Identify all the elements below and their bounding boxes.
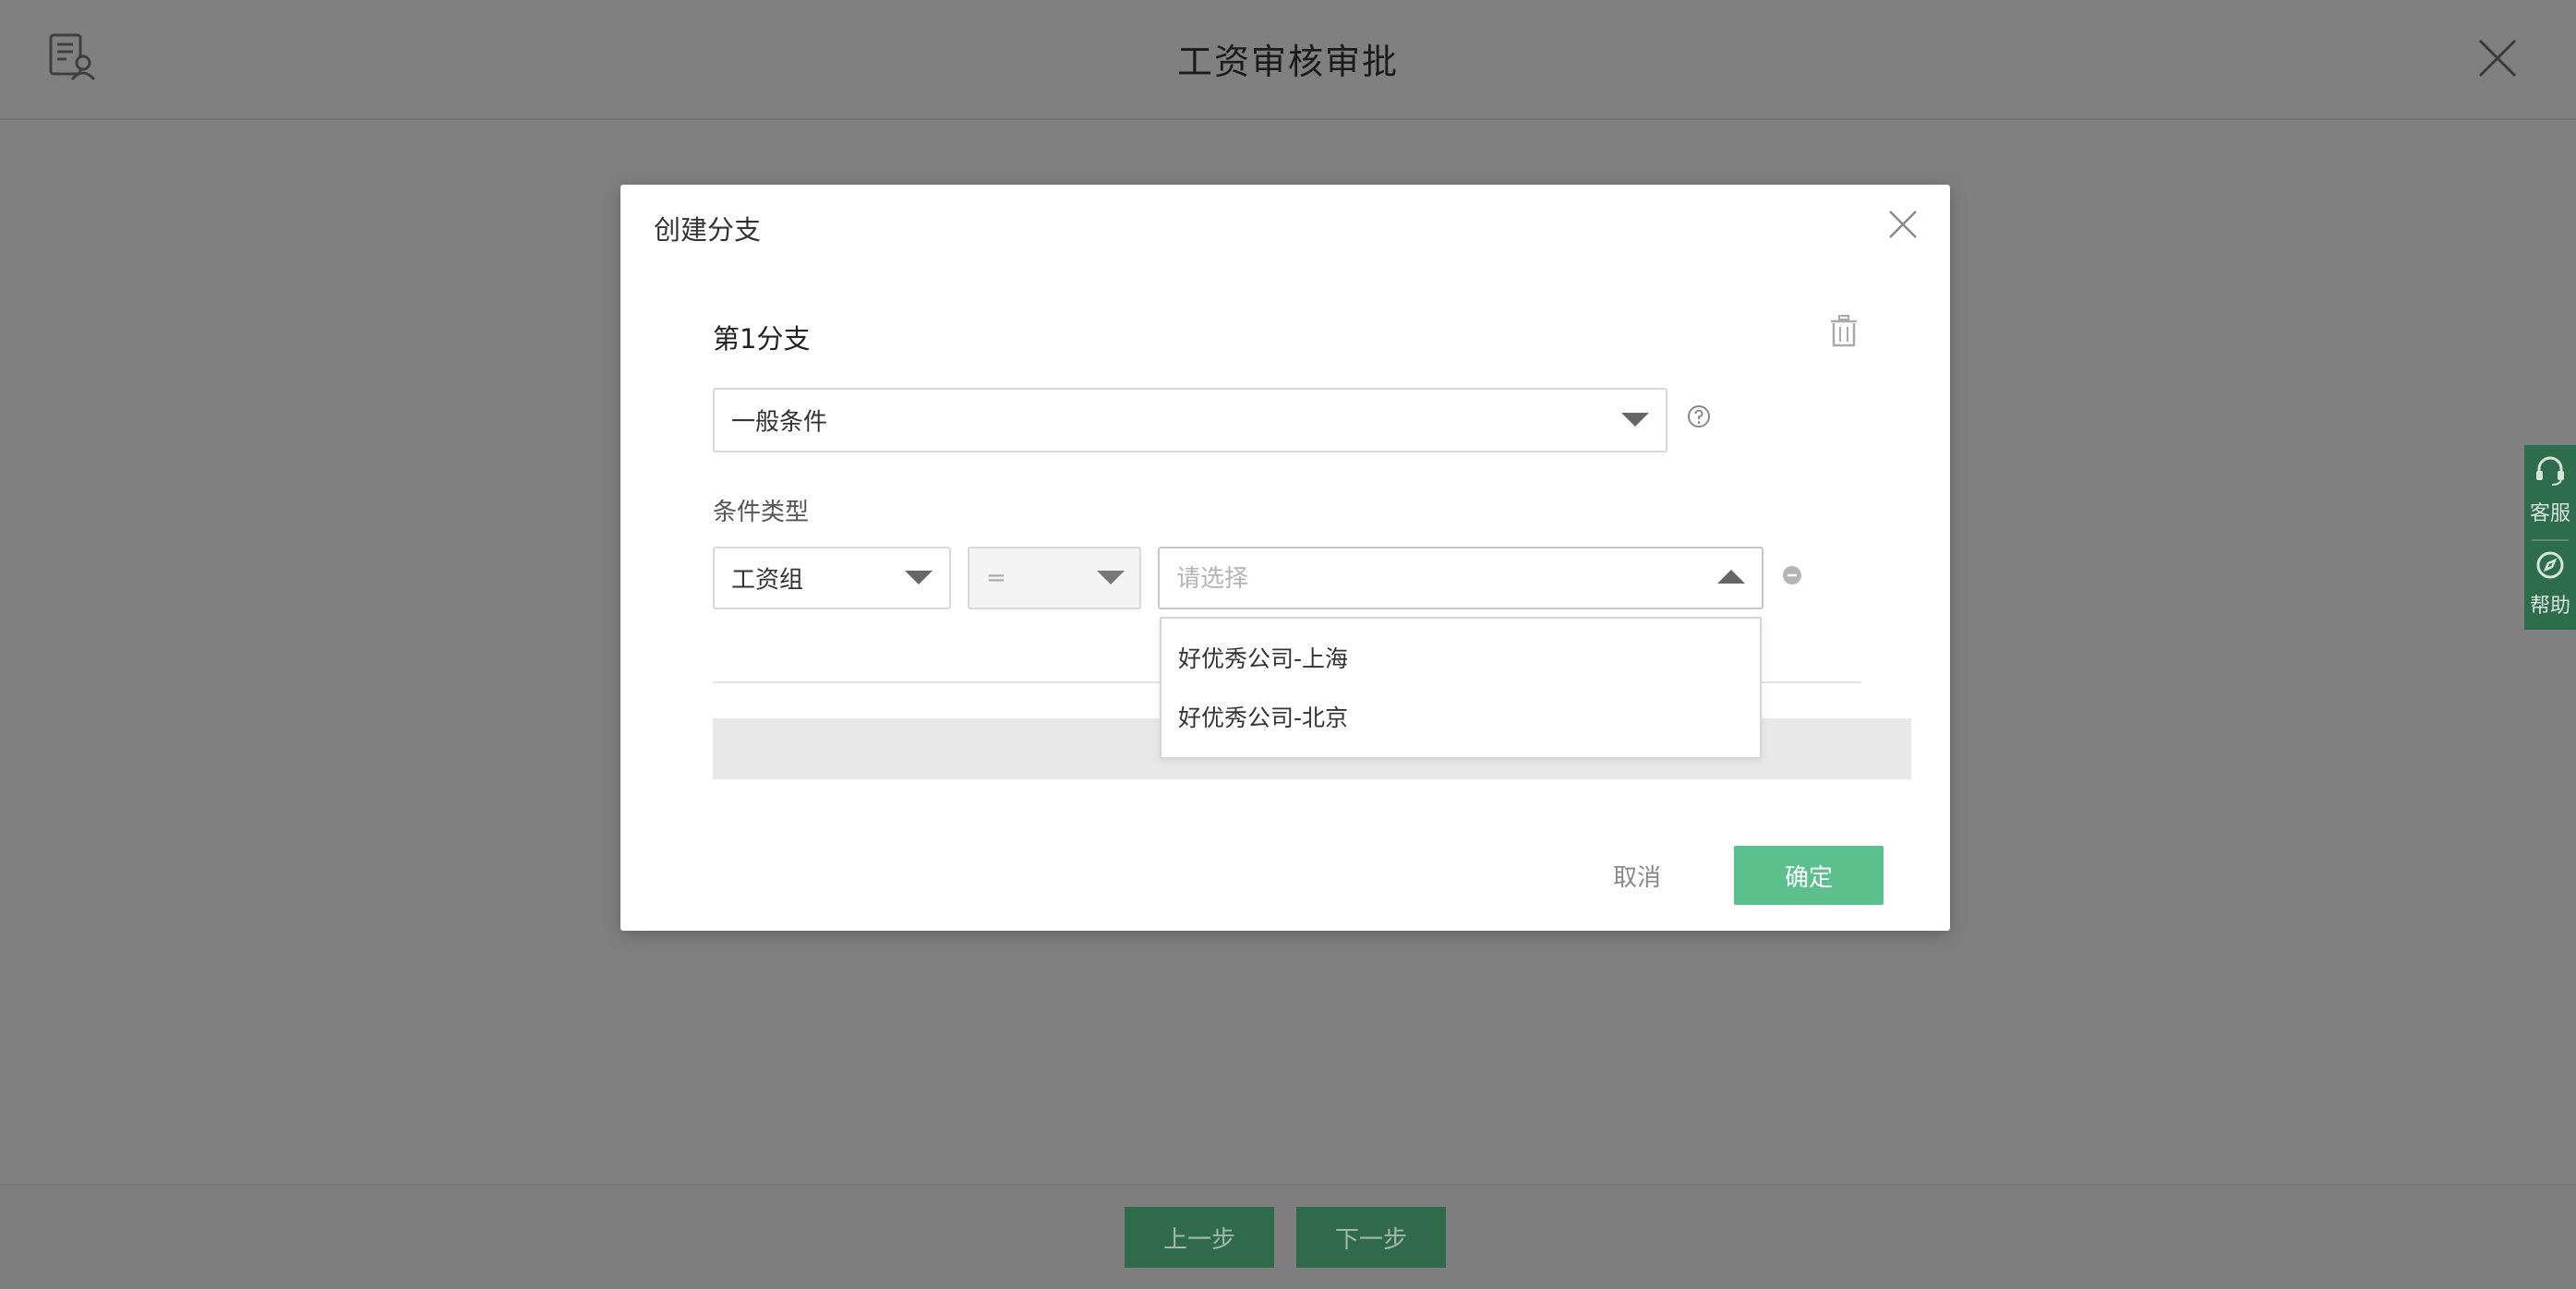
help-label: 帮助 [2529,595,2570,618]
prev-step-button[interactable]: 上一步 [1125,1207,1274,1268]
condition-value-select[interactable] [1158,547,1763,609]
branch-title: 第1分支 [713,323,811,355]
question-circle-icon[interactable] [1686,404,1712,429]
condition-value-input[interactable] [1173,558,1715,600]
customer-service-button[interactable]: 客服 [2524,454,2576,526]
service-label: 客服 [2529,502,2570,525]
next-step-button[interactable]: 下一步 [1296,1207,1446,1268]
trash-icon[interactable] [1828,314,1860,349]
operator-select: = [968,547,1141,609]
top-bar: 工资审核审批 [0,0,2576,120]
condition-type-label: 条件类型 [713,499,810,526]
create-branch-dialog: 创建分支 第1分支 一般条件 条件类型 工资组 = 好优秀公司- [620,185,1950,931]
dialog-close-icon[interactable] [1887,209,1919,240]
chevron-up-icon [1717,570,1745,584]
remove-condition-icon[interactable] [1782,565,1802,585]
operator-value: = [986,564,1006,592]
chevron-down-icon [1097,571,1125,584]
dropdown-option[interactable]: 好优秀公司-上海 [1162,632,1760,687]
page-close-icon[interactable] [2476,37,2519,79]
chevron-down-icon [905,571,933,584]
condition-type-select[interactable]: 一般条件 [713,388,1667,452]
help-rail: 客服 帮助 [2524,445,2576,630]
confirm-button[interactable]: 确定 [1734,846,1884,905]
value-dropdown-menu: 好优秀公司-上海 好优秀公司-北京 [1160,617,1762,759]
cancel-button[interactable]: 取消 [1577,848,1697,903]
headset-icon [2536,456,2564,486]
condition-type-value: 一般条件 [731,408,828,437]
dialog-title: 创建分支 [654,214,762,246]
compass-icon [2536,551,2564,579]
condition-field-select[interactable]: 工资组 [713,547,951,609]
condition-field-value: 工资组 [731,566,804,595]
chevron-down-icon [1621,413,1649,427]
page-title: 工资审核审批 [1176,42,1399,82]
footer-bar [0,1184,2576,1289]
help-button[interactable]: 帮助 [2524,550,2576,619]
dropdown-option[interactable]: 好优秀公司-北京 [1162,691,1760,746]
rail-divider [2532,539,2569,541]
